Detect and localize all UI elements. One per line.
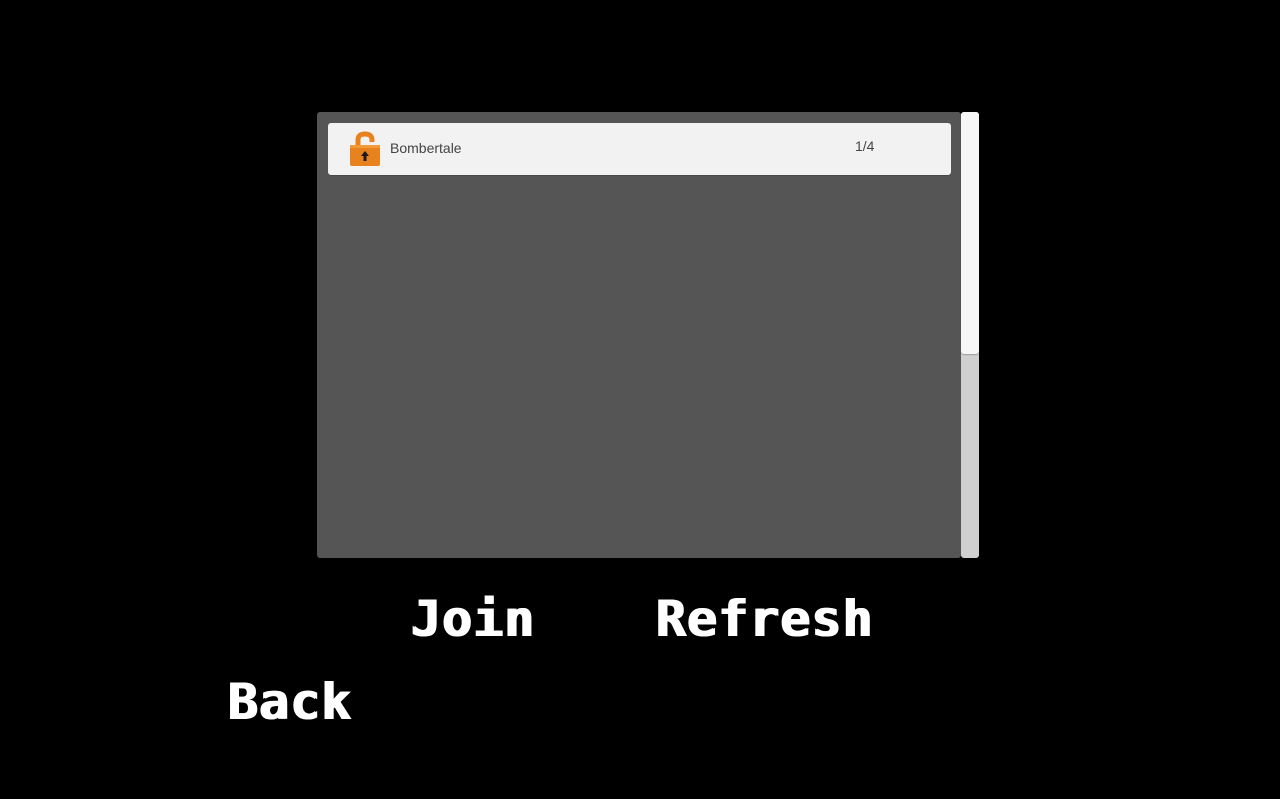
scrollbar-thumb[interactable] bbox=[961, 112, 979, 354]
server-name: Bombertale bbox=[390, 140, 462, 156]
back-button[interactable]: Back bbox=[227, 677, 351, 727]
join-button[interactable]: Join bbox=[410, 594, 534, 644]
player-count: 1/4 bbox=[855, 138, 875, 154]
server-row[interactable]: Bombertale 1/4 bbox=[328, 123, 951, 175]
list-scrollbar[interactable] bbox=[961, 112, 979, 558]
refresh-button[interactable]: Refresh bbox=[655, 594, 873, 644]
server-list-panel: Bombertale 1/4 bbox=[317, 112, 961, 558]
unlocked-padlock-icon bbox=[350, 131, 380, 166]
server-browser-screen: Bombertale 1/4 Join Refresh Back bbox=[0, 0, 1280, 799]
